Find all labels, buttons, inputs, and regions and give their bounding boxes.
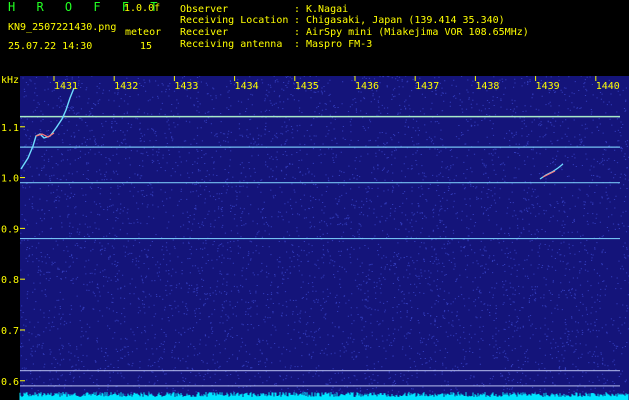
info-label-observer: Observer (180, 4, 229, 15)
version-label: 1.0.0f (124, 3, 161, 14)
freq-tick-label: 1.1 (1, 123, 19, 134)
time-tick-label: 1438 (475, 81, 499, 92)
timestamp-label: 25.07.22 14:30 (8, 41, 93, 52)
time-tick-label: 1439 (536, 81, 560, 92)
freq-tick-label: 0.6 (1, 377, 19, 388)
freq-tick-label: 0.7 (1, 326, 19, 337)
info-value-receiver: AirSpy mini (Miakejima VOR 108.65MHz) (306, 27, 529, 38)
time-tick-label: 1440 (596, 81, 620, 92)
time-tick-label: 1434 (235, 81, 259, 92)
freq-tick-label: 0.9 (1, 224, 19, 235)
time-tick-label: 1431 (54, 81, 78, 92)
info-separator: : (294, 15, 301, 26)
filename-label: KN9_2507221430.png (8, 22, 117, 33)
unit-label: kHz (1, 76, 19, 86)
freq-tick-label: 0.8 (1, 275, 19, 286)
info-value-observer: K.Nagai (306, 4, 349, 15)
spectrogram: 1431 1432 1433 1434 1435 1436 1437 1438 1439 1440… (0, 76, 629, 400)
info-value-location: Chigasaki, Japan (139.414 35.340) (306, 15, 505, 26)
time-tick-label: 1433 (174, 81, 198, 92)
time-tick-label: 1436 (355, 81, 379, 92)
meteor-count: 15 (140, 41, 153, 52)
info-label-receiver: Receiver (180, 27, 229, 38)
info-separator: : (294, 27, 301, 38)
time-tick-label: 1432 (114, 81, 138, 92)
time-tick-label: 1435 (295, 81, 319, 92)
info-separator: : (294, 4, 301, 15)
info-label-location: Receiving Location (180, 15, 289, 26)
meteor-label: meteor (125, 27, 162, 38)
info-value-antenna: Maspro FM-3 (306, 39, 373, 50)
time-tick-label: 1437 (415, 81, 439, 92)
info-separator: : (294, 39, 301, 50)
info-label-antenna: Receiving antenna (180, 39, 283, 50)
freq-tick-label: 1.0 (1, 174, 19, 185)
header-panel: H R O F F T 1.0.0f KN9_2507221430.png me… (0, 0, 629, 76)
